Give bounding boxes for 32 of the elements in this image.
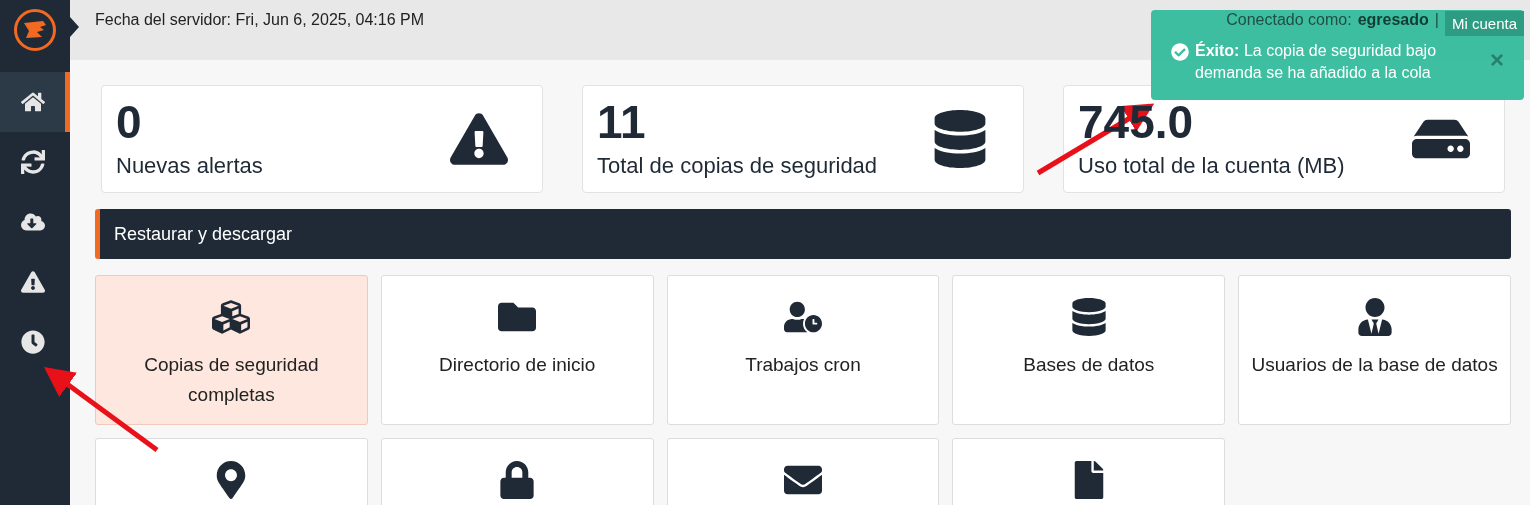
tile-label: Directorio de inicio xyxy=(438,353,597,377)
section-title: Restaurar y descargar xyxy=(114,223,293,245)
tile-label: Bases de datos xyxy=(1022,353,1156,377)
sync-icon xyxy=(20,150,45,174)
server-date: Fecha del servidor: Fri, Jun 6, 2025, 04:16 PM xyxy=(95,11,425,29)
clock-icon xyxy=(20,330,45,354)
sidebar-item[interactable] xyxy=(0,72,70,132)
stat-label: Total de copias de seguridad xyxy=(597,153,879,179)
logo-icon xyxy=(13,8,57,52)
tile-label: Trabajos cron xyxy=(744,353,862,377)
stat-value: 0 xyxy=(116,99,143,145)
tile[interactable]: Copias de seguridad completas xyxy=(95,275,368,425)
tile-label: Usuarios de la base de datos xyxy=(1250,353,1499,377)
tile-label: Copias de seguridad completas xyxy=(143,353,320,407)
lock-icon xyxy=(498,461,537,499)
toast-message: Éxito: La copia de seguridad bajo demanda se ha añadido a la cola xyxy=(1195,40,1438,83)
separator: | xyxy=(1434,11,1439,29)
cubes-icon xyxy=(212,298,251,336)
tile[interactable]: Trabajos cron xyxy=(666,275,940,425)
home-icon xyxy=(20,90,45,114)
warning-icon xyxy=(450,110,508,168)
user-tie-icon xyxy=(1355,298,1394,336)
stat-label: Uso total de la cuenta (MB) xyxy=(1078,153,1346,179)
username: egresado xyxy=(1357,11,1429,29)
stat-value: 11 xyxy=(597,99,647,145)
tile[interactable]: Directorio de inicio xyxy=(380,275,654,425)
logged-in-label: Conectado como: xyxy=(1226,11,1352,29)
tile[interactable]: Usuarios de la base de datos xyxy=(1238,275,1511,425)
warning-icon xyxy=(20,270,45,294)
stat-label: Nuevas alertas xyxy=(116,153,264,179)
tile[interactable]: Bases de datos xyxy=(952,275,1226,425)
database-icon xyxy=(1069,298,1108,336)
